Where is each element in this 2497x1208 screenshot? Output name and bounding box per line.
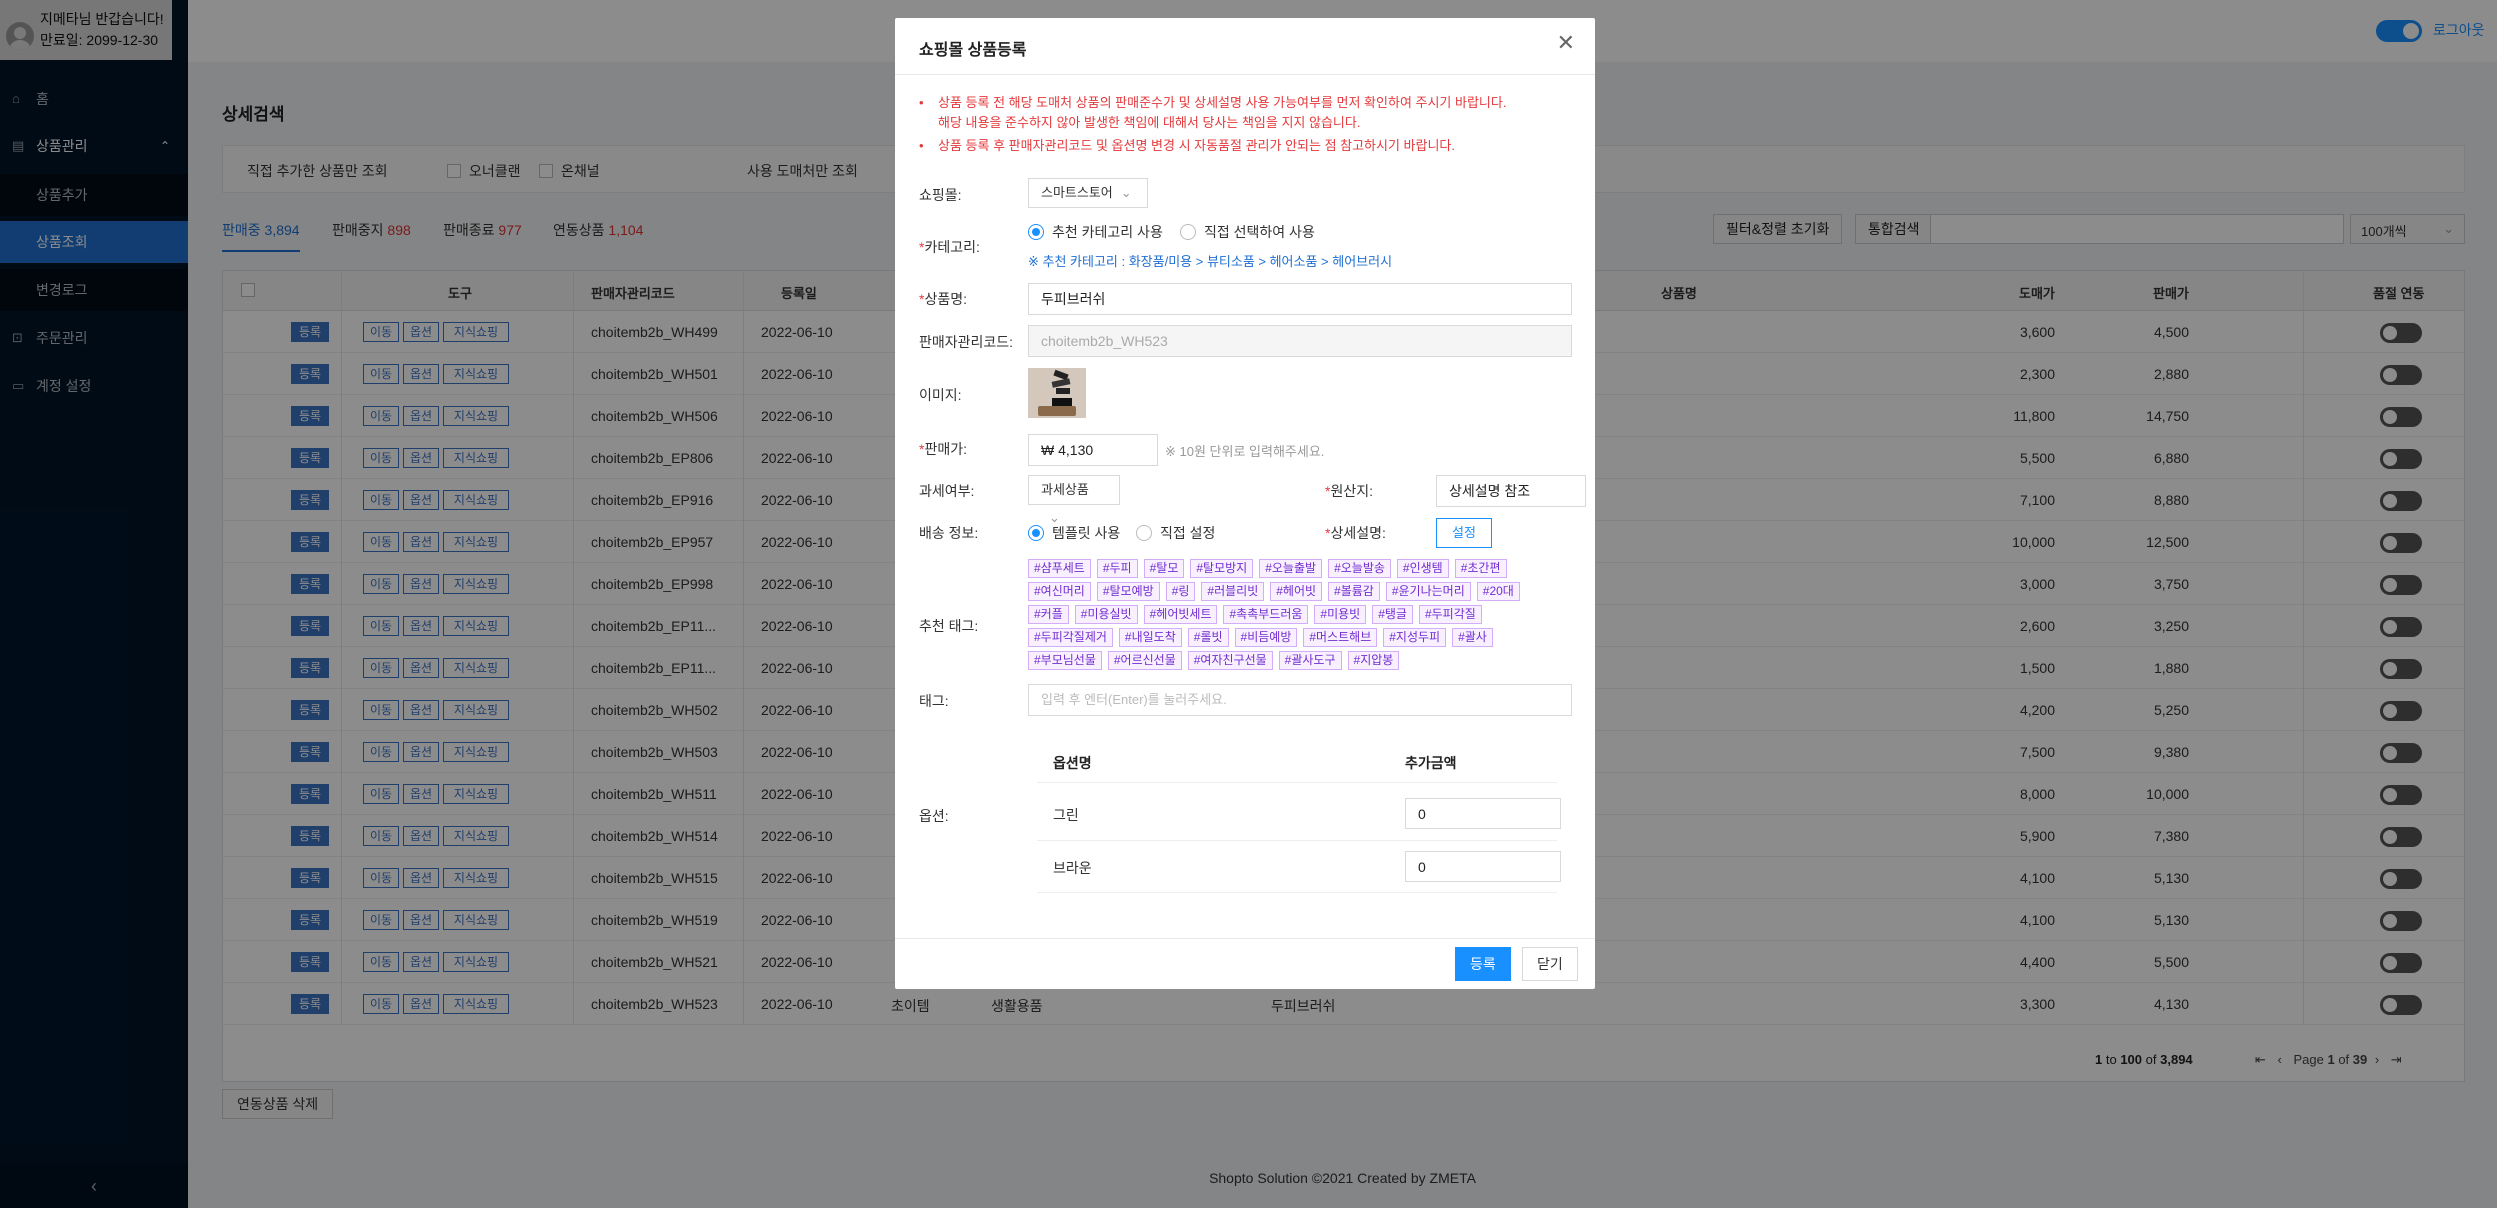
chevron-down-icon: ⌄ bbox=[1120, 185, 1132, 200]
recommended-tag[interactable]: #20대 bbox=[1476, 582, 1520, 601]
option-price-header: 추가금액 bbox=[1405, 755, 1457, 771]
register-button[interactable]: 등록 bbox=[1455, 947, 1511, 981]
seller-code-label: 판매자관리코드: bbox=[919, 334, 1014, 350]
product-name-label: *상품명: bbox=[919, 291, 967, 307]
tax-select[interactable]: 과세상품⌄ bbox=[1028, 475, 1120, 525]
price-hint: ※ 10원 단위로 입력해주세요. bbox=[1165, 444, 1325, 459]
detail-settings-button[interactable]: 설정 bbox=[1436, 518, 1492, 548]
recommended-tag[interactable]: #오늘발송 bbox=[1328, 559, 1391, 578]
recommended-tag[interactable]: #헤어빗세트 bbox=[1143, 605, 1218, 624]
close-icon[interactable]: ✕ bbox=[1557, 32, 1575, 54]
price-label: *판매가: bbox=[919, 441, 967, 457]
notice-line: 해당 내용을 준수하지 않아 발생한 책임에 대해서 당사는 책임을 지지 않습… bbox=[938, 115, 1361, 130]
recommended-tag[interactable]: #탱글 bbox=[1372, 605, 1413, 624]
divider bbox=[1037, 840, 1557, 841]
option-name: 브라운 bbox=[1053, 860, 1092, 876]
detail-label: *상세설명: bbox=[1325, 525, 1386, 541]
radio-recommend-category[interactable]: 추천 카테고리 사용 bbox=[1028, 222, 1163, 242]
mall-select[interactable]: 스마트스토어 ⌄ bbox=[1028, 178, 1148, 208]
radio-label: 추천 카테고리 사용 bbox=[1052, 224, 1163, 240]
category-label: *카테고리: bbox=[919, 239, 980, 255]
recommended-tag[interactable]: #여신머리 bbox=[1028, 582, 1091, 601]
recommended-tag[interactable]: #괄사도구 bbox=[1278, 651, 1342, 670]
option-name: 그린 bbox=[1053, 807, 1079, 823]
origin-label: *원산지: bbox=[1325, 483, 1373, 499]
option-price-input[interactable]: 0 bbox=[1405, 851, 1561, 882]
recommended-tag[interactable]: #내일도착 bbox=[1118, 628, 1182, 647]
recommended-tag[interactable]: #어르신선물 bbox=[1107, 651, 1182, 670]
recommended-tag[interactable]: #부모님선물 bbox=[1028, 651, 1102, 670]
recommended-tag[interactable]: #링 bbox=[1165, 582, 1196, 601]
radio-label: 직접 선택하여 사용 bbox=[1204, 224, 1315, 240]
mall-label: 쇼핑몰: bbox=[919, 187, 962, 203]
recommended-tag[interactable]: #볼륨감 bbox=[1328, 582, 1380, 601]
recommended-tag[interactable]: #오늘출발 bbox=[1259, 559, 1323, 578]
radio-icon bbox=[1180, 224, 1196, 240]
recommended-tag[interactable]: #지성두피 bbox=[1383, 628, 1447, 647]
radio-checked-icon bbox=[1028, 224, 1044, 240]
recommended-tags-label: 추천 태그: bbox=[919, 618, 979, 634]
shipping-label: 배송 정보: bbox=[919, 525, 979, 541]
mall-value: 스마트스토어 bbox=[1041, 185, 1113, 200]
recommended-tag[interactable]: #두피각질제거 bbox=[1028, 628, 1113, 647]
recommended-tag[interactable]: #샴푸세트 bbox=[1028, 559, 1091, 578]
recommended-tag[interactable]: #촉촉부드러움 bbox=[1223, 605, 1309, 624]
divider bbox=[895, 938, 1595, 939]
recommended-tag[interactable]: #두피각질 bbox=[1418, 605, 1482, 624]
radio-checked-icon bbox=[1028, 525, 1044, 541]
recommended-tag[interactable]: #커플 bbox=[1028, 605, 1069, 624]
divider bbox=[1037, 892, 1557, 893]
tax-value: 과세상품 bbox=[1041, 482, 1089, 497]
tax-label: 과세여부: bbox=[919, 483, 975, 499]
option-label: 옵션: bbox=[919, 808, 949, 824]
seller-code-input[interactable]: choitemb2b_WH523 bbox=[1028, 325, 1572, 357]
recommended-tag[interactable]: #여자친구선물 bbox=[1187, 651, 1273, 670]
recommended-tag[interactable]: #괄사 bbox=[1452, 628, 1493, 647]
modal-title: 쇼핑몰 상품등록 bbox=[919, 42, 1027, 59]
notice-line: 상품 등록 후 판매자관리코드 및 옵션명 변경 시 자동품절 관리가 안되는 … bbox=[938, 138, 1456, 153]
option-name-header: 옵션명 bbox=[1053, 755, 1092, 771]
recommended-tag[interactable]: #지압봉 bbox=[1347, 651, 1400, 670]
close-button[interactable]: 닫기 bbox=[1522, 947, 1578, 981]
image-label: 이미지: bbox=[919, 387, 962, 403]
recommended-tag[interactable]: #탈모예방 bbox=[1096, 582, 1160, 601]
option-price-input[interactable]: 0 bbox=[1405, 798, 1561, 829]
divider bbox=[895, 74, 1595, 75]
radio-icon bbox=[1136, 525, 1152, 541]
recommended-tag[interactable]: #미용빗 bbox=[1314, 605, 1367, 624]
category-note: ※ 추천 카테고리 : 화장품/미용 > 뷰티소품 > 헤어소품 > 헤어브러시 bbox=[1028, 254, 1393, 269]
notice-line: 상품 등록 전 해당 도매처 상품의 판매준수가 및 상세설명 사용 가능여부를… bbox=[938, 95, 1507, 110]
recommended-tag[interactable]: #헤어빗 bbox=[1270, 582, 1323, 601]
recommended-tag[interactable]: #탈모방지 bbox=[1190, 559, 1254, 578]
product-name-input[interactable]: 두피브러쉬 bbox=[1028, 283, 1572, 315]
recommended-tag[interactable]: #윤기나는머리 bbox=[1385, 582, 1471, 601]
radio-direct-category[interactable]: 직접 선택하여 사용 bbox=[1180, 222, 1315, 242]
product-thumbnail[interactable] bbox=[1028, 368, 1086, 418]
notice-2: 상품 등록 후 판매자관리코드 및 옵션명 변경 시 자동품절 관리가 안되는 … bbox=[919, 136, 1455, 156]
origin-input[interactable]: 상세설명 참조 bbox=[1436, 475, 1586, 507]
recommended-tag[interactable]: #초간편 bbox=[1454, 559, 1507, 578]
register-modal: 쇼핑몰 상품등록 ✕ 상품 등록 전 해당 도매처 상품의 판매준수가 및 상세… bbox=[895, 18, 1595, 989]
notice-1: 상품 등록 전 해당 도매처 상품의 판매준수가 및 상세설명 사용 가능여부를… bbox=[919, 93, 1506, 133]
divider bbox=[1037, 782, 1557, 783]
recommended-tag[interactable]: #탈모 bbox=[1143, 559, 1185, 578]
recommended-tag[interactable]: #롤빗 bbox=[1187, 628, 1229, 647]
recommended-tag[interactable]: #인생템 bbox=[1396, 559, 1449, 578]
recommended-tag[interactable]: #비듬예방 bbox=[1234, 628, 1298, 647]
recommended-tag[interactable]: #미용실빗 bbox=[1074, 605, 1138, 624]
tag-input[interactable]: 입력 후 엔터(Enter)를 눌러주세요. bbox=[1028, 684, 1572, 716]
price-input[interactable]: ₩ 4,130 bbox=[1028, 434, 1158, 466]
recommended-tag[interactable]: #머스트해브 bbox=[1303, 628, 1378, 647]
recommended-tags: #샴푸세트 #두피 #탈모 #탈모방지 #오늘출발 #오늘발송 #인생템 #초간편 #여신머리 #… bbox=[1028, 559, 1568, 674]
tag-label: 태그: bbox=[919, 693, 949, 709]
recommended-tag[interactable]: #두피 bbox=[1096, 559, 1138, 578]
radio-label: 직접 설정 bbox=[1160, 525, 1216, 541]
recommended-tag[interactable]: #러블리빗 bbox=[1201, 582, 1265, 601]
radio-template-shipping[interactable]: 템플릿 사용 bbox=[1028, 523, 1120, 543]
radio-label: 템플릿 사용 bbox=[1052, 525, 1121, 541]
radio-direct-shipping[interactable]: 직접 설정 bbox=[1136, 523, 1215, 543]
